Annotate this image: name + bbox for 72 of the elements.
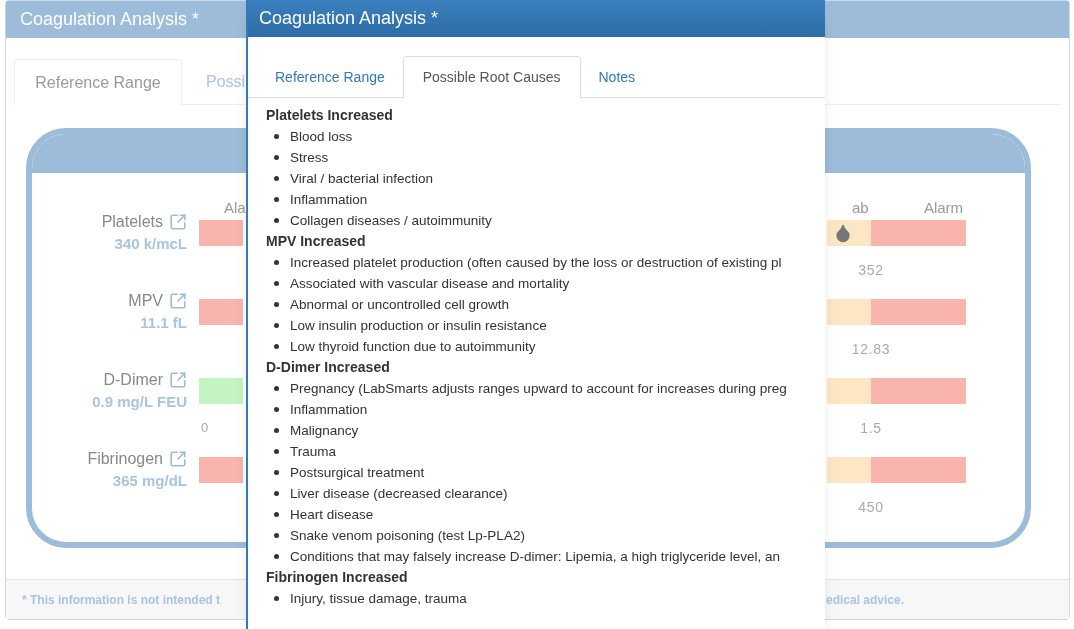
range-limit: 12.83 — [850, 340, 892, 359]
cause-item: Injury, tissue damage, trauma — [290, 590, 467, 608]
section-heading: D-Dimer Increased — [266, 358, 391, 377]
external-link-icon[interactable] — [169, 450, 187, 468]
bullet-icon — [274, 470, 279, 475]
section-heading: Platelets Increased — [266, 106, 394, 125]
range-limit: 1.5 — [859, 419, 883, 438]
cause-item: Inflammation — [290, 401, 368, 419]
bullet-icon — [274, 512, 279, 517]
external-link-icon[interactable] — [169, 213, 187, 231]
test-name: MPV — [128, 291, 163, 311]
disclaimer-text: * This information is not intended t — [22, 592, 220, 607]
cause-item: Postsurgical treatment — [290, 464, 425, 482]
bullet-icon — [274, 533, 279, 538]
tab[interactable]: Notes — [582, 56, 652, 98]
tab[interactable]: Possible Root Causes — [402, 56, 581, 99]
cause-item: Stress — [290, 149, 329, 167]
window-title: Coagulation Analysis * — [248, 0, 825, 37]
test-value: 340 k/mcL — [114, 234, 187, 254]
test-value: 0.9 mg/L FEU — [92, 392, 187, 412]
cause-item: Increased platelet production (often caused by the loss or destruction of existing pl — [290, 254, 782, 272]
external-link-icon[interactable] — [169, 371, 187, 389]
cause-item: Pregnancy (LabSmarts adjusts ranges upward to account for increases during preg — [290, 380, 787, 398]
test-value: 11.1 fL — [140, 313, 187, 333]
bullet-icon — [274, 323, 279, 328]
test-name: Platelets — [101, 212, 163, 232]
droplet-icon — [833, 222, 853, 244]
range-limit: 352 — [857, 261, 885, 280]
section-heading: Fibrinogen Increased — [266, 568, 409, 587]
bullet-icon — [274, 344, 279, 349]
cause-item: Low insulin production or insulin resistance — [290, 317, 547, 335]
bullet-icon — [274, 449, 279, 454]
cause-item: Abnormal or uncontrolled cell growth — [290, 296, 510, 314]
bullet-icon — [274, 554, 279, 559]
cause-item: Viral / bacterial infection — [290, 170, 434, 188]
bullet-icon — [274, 302, 279, 307]
test-value: 365 mg/dL — [112, 471, 187, 491]
bullet-icon — [274, 596, 279, 601]
cause-item: Inflammation — [290, 191, 368, 209]
bullet-icon — [274, 134, 279, 139]
bullet-icon — [274, 491, 279, 496]
bullet-icon — [274, 176, 279, 181]
cause-item: Heart disease — [290, 506, 374, 524]
bullet-icon — [274, 197, 279, 202]
bullet-icon — [274, 281, 279, 286]
section-heading: MPV Increased — [266, 232, 367, 251]
cause-item: Associated with vascular disease and mortality — [290, 275, 570, 293]
bullet-icon — [274, 260, 279, 265]
column-header: Ala — [224, 199, 247, 217]
cause-item: Liver disease (decreased clearance) — [290, 485, 508, 503]
cause-item: Low thyroid function due to autoimmunity — [290, 338, 536, 356]
bullet-icon — [274, 155, 279, 160]
disclaimer-text: edical advice. — [826, 591, 905, 609]
cause-item: Collagen diseases / autoimmunity — [290, 212, 492, 230]
tab[interactable]: Reference Range — [14, 59, 182, 106]
bullet-icon — [274, 218, 279, 223]
scale-label: 0 — [201, 419, 210, 437]
bullet-icon — [274, 407, 279, 412]
test-name: Fibrinogen — [87, 449, 163, 469]
bullet-icon — [274, 386, 279, 391]
range-limit: 450 — [857, 498, 885, 517]
tab[interactable]: Reference Range — [259, 56, 401, 98]
cause-item: Conditions that may falsely increase D-dimer: Lipemia, a high triglyceride level, an — [290, 548, 780, 566]
test-name: D-Dimer — [103, 370, 163, 390]
column-header: ab — [852, 199, 870, 217]
cause-item: Blood loss — [290, 128, 353, 146]
external-link-icon[interactable] — [169, 292, 187, 310]
column-header: Alarm — [922, 199, 965, 217]
cause-item: Trauma — [290, 443, 336, 461]
bullet-icon — [274, 428, 279, 433]
cause-item: Malignancy — [290, 422, 359, 440]
cause-item: Snake venom poisoning (test Lp-PLA2) — [290, 527, 525, 545]
